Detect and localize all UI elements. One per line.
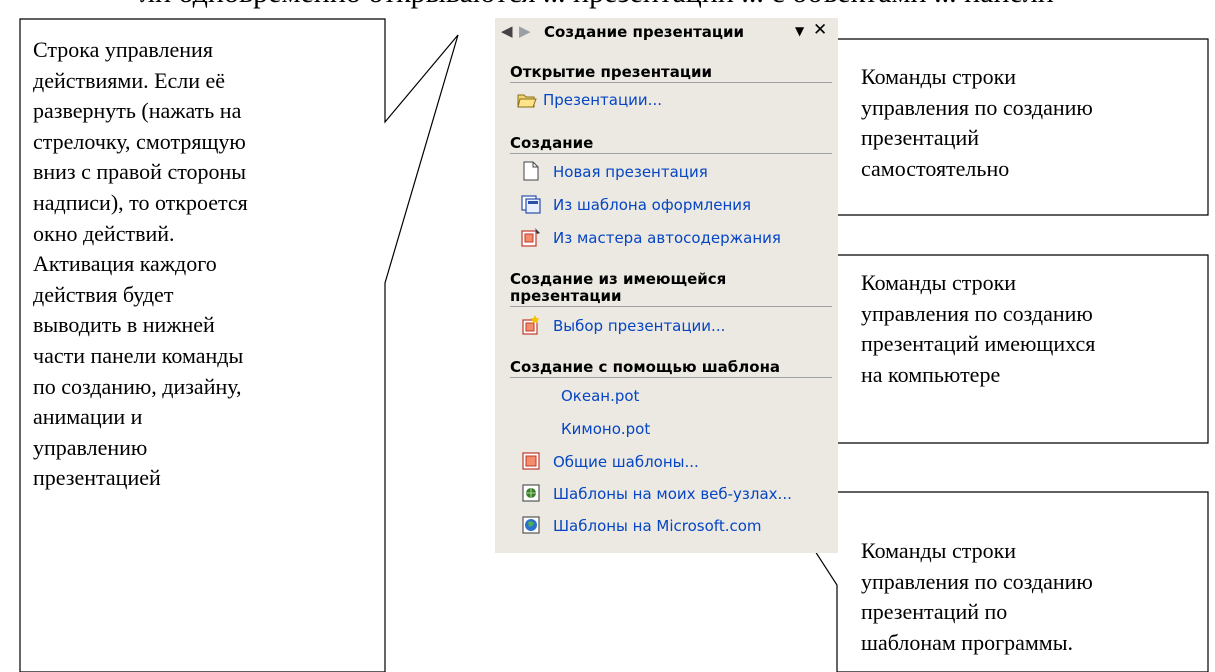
- callout-line: управления по созданию: [861, 94, 1093, 120]
- left-callout-line: Строка управления: [33, 37, 213, 62]
- callout-line: Команды строки: [861, 538, 1017, 563]
- autocontent-wizard-icon: [521, 228, 540, 247]
- callout-line: презентаций по: [861, 599, 1008, 625]
- task-pane-header: ◀ ▶ Создание презентации ▼ ✕: [495, 18, 838, 48]
- close-icon[interactable]: ✕: [813, 20, 827, 40]
- left-callout-line: части панели команды: [33, 342, 244, 368]
- left-callout-line: стрелочку, смотрящую: [33, 128, 246, 154]
- left-callout-line: управлению: [33, 434, 148, 460]
- section-divider: [510, 82, 832, 83]
- left-callout-line: по созданию, дизайну,: [33, 373, 242, 399]
- left-callout-line: презентацией: [33, 465, 161, 491]
- web-templates-icon: [522, 484, 540, 502]
- forward-arrow-icon[interactable]: ▶: [519, 22, 531, 40]
- section-title-from-existing-line2: презентации: [510, 287, 622, 305]
- callout-line: на компьютере: [861, 361, 1001, 387]
- section-divider: [510, 306, 832, 307]
- link-autocontent-wizard[interactable]: Из мастера автосодержания: [553, 229, 781, 247]
- left-callout-line: действиями. Если её: [33, 67, 226, 93]
- link-new-presentation[interactable]: Новая презентация: [553, 163, 708, 181]
- callout-line: самостоятельно: [861, 155, 1010, 181]
- link-open-presentations[interactable]: Презентации...: [543, 91, 662, 109]
- left-callout-line: окно действий.: [33, 220, 175, 246]
- left-callout-line: анимации и: [33, 404, 143, 430]
- callout-line: Команды строки: [861, 64, 1017, 89]
- link-choose-presentation[interactable]: Выбор презентации...: [553, 317, 725, 335]
- link-template-kimono[interactable]: Кимоно.pot: [561, 420, 650, 438]
- design-template-icon: [521, 195, 541, 214]
- link-microsoft-templates[interactable]: Шаблоны на Microsoft.com: [553, 517, 762, 535]
- right-callout-text-2: Команды строки управления по созданию пр…: [861, 268, 1206, 390]
- task-pane-title[interactable]: Создание презентации: [544, 23, 744, 41]
- left-callout-line: выводить в нижней: [33, 312, 215, 338]
- section-title-open: Открытие презентации: [510, 63, 713, 81]
- section-title-from-template: Создание с помощью шаблона: [510, 358, 781, 376]
- left-callout-line: вниз с правой стороны: [33, 159, 247, 185]
- link-from-design-template[interactable]: Из шаблона оформления: [553, 196, 751, 214]
- right-callout-text-3: Команды строки управления по созданию пр…: [861, 536, 1206, 658]
- left-callout-line: действия будет: [33, 281, 174, 307]
- link-general-templates[interactable]: Общие шаблоны...: [553, 453, 699, 471]
- microsoft-templates-icon: [522, 516, 540, 534]
- right-callout-text-1: Команды строки управления по созданию пр…: [861, 62, 1206, 184]
- callout-line: презентаций: [861, 125, 980, 151]
- left-callout-line: развернуть (нажать на: [33, 98, 242, 124]
- section-divider: [510, 153, 832, 154]
- dropdown-arrow-icon[interactable]: ▼: [795, 24, 804, 38]
- left-callout-line: надписи), то откроется: [33, 189, 248, 215]
- section-divider: [510, 377, 832, 378]
- back-arrow-icon[interactable]: ◀: [501, 22, 513, 40]
- general-templates-icon: [522, 452, 540, 470]
- callout-line: управления по созданию: [861, 300, 1093, 326]
- existing-presentation-icon: [522, 315, 540, 335]
- callout-line: Команды строки: [861, 270, 1017, 295]
- left-callout-line: Активация каждого: [33, 251, 217, 277]
- task-pane: ◀ ▶ Создание презентации ▼ ✕ Открытие пр…: [495, 18, 838, 553]
- section-title-create: Создание: [510, 134, 594, 152]
- link-template-ocean[interactable]: Океан.pot: [561, 387, 639, 405]
- link-web-templates[interactable]: Шаблоны на моих веб-узлах...: [553, 485, 792, 503]
- callout-line: шаблонам программы.: [861, 629, 1073, 655]
- left-callout-text: Строка управления действиями. Если её ра…: [33, 35, 373, 494]
- callout-line: презентаций имеющихся: [861, 331, 1096, 357]
- blank-page-icon: [523, 161, 539, 181]
- section-title-from-existing: Создание из имеющейся: [510, 270, 727, 288]
- open-folder-icon: [517, 94, 537, 108]
- callout-line: управления по созданию: [861, 568, 1093, 594]
